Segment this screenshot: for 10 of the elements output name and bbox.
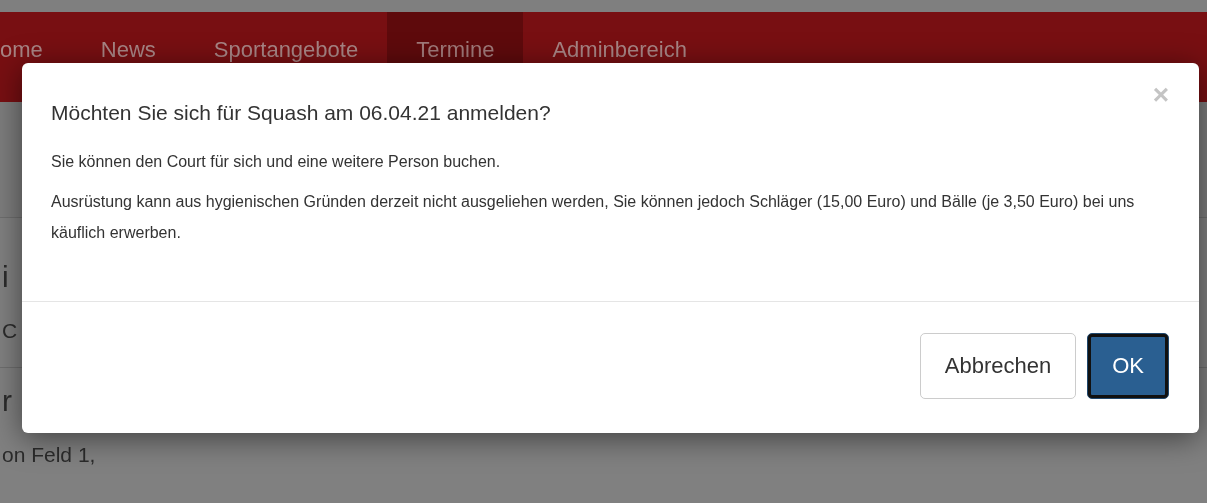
close-button[interactable]: ×: [1152, 81, 1169, 109]
ok-button[interactable]: OK: [1087, 333, 1169, 399]
cancel-button[interactable]: Abbrechen: [919, 333, 1077, 399]
page-text: C: [2, 320, 19, 341]
page-heading: r: [2, 386, 13, 416]
dialog-text: Ausrüstung kann aus hygienischen Gründen derzeit nicht ausgeliehen werden, Sie können jedoch Schläger (15,00 Euro) und Bälle (je 3,50 Euro) bei uns käuflich erwerben.: [51, 192, 1136, 243]
page-heading: i: [2, 262, 10, 292]
dialog-title: Möchten Sie sich für Squash am 06.04.21 anmelden?: [51, 101, 551, 125]
page-text: on Feld 1,: [2, 444, 97, 465]
dialog-text: Sie können den Court für sich und eine weitere Person buchen.: [51, 152, 502, 172]
